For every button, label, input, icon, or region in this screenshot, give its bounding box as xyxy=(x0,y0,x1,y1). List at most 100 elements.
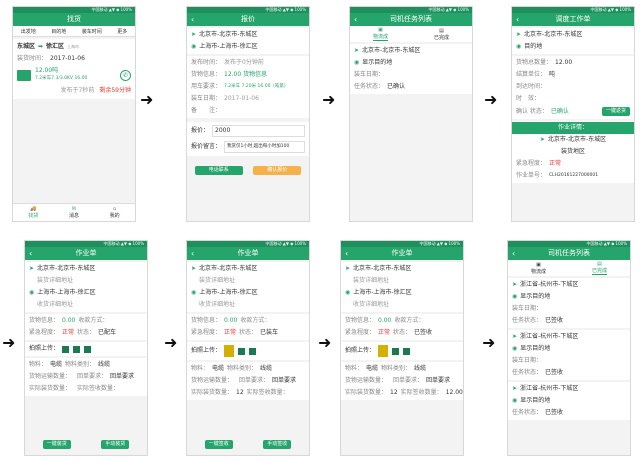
urgency-value: 正常 xyxy=(62,329,75,336)
status-label: 状态： xyxy=(393,329,412,336)
tab-completed[interactable]: ▤ 已完成 xyxy=(434,28,449,41)
material-category-value: 线缆 xyxy=(260,365,273,372)
goods-label: 货物信息： xyxy=(29,317,60,324)
urgency-label: 紧急程度： xyxy=(516,160,547,167)
load-date-label: 装车日期： xyxy=(512,305,543,312)
flow-arrow-icon: ➜ xyxy=(164,333,178,352)
location-pin-icon: ◉ xyxy=(191,43,197,50)
navigation-icon: ➤ xyxy=(29,265,35,272)
image-icon[interactable] xyxy=(62,345,70,353)
navigation-icon: ➤ xyxy=(512,385,518,392)
tab-mine[interactable]: ⌂ 我的 xyxy=(110,206,120,219)
from-address: 北京市-北京市-东城区 xyxy=(524,31,583,38)
arrow-icon: ➡ xyxy=(38,43,44,50)
filter-load-time[interactable]: 装车时间 xyxy=(82,28,102,35)
task-card[interactable]: ➤ 浙江省-杭州市-下城区 ◉ 显示目的地 任务状态： 已签收 xyxy=(508,382,630,420)
tab-label: 找货 xyxy=(28,213,39,219)
back-icon[interactable]: ‹ xyxy=(512,247,515,260)
image-icon[interactable] xyxy=(73,345,81,353)
timeliness-label: 时 效： xyxy=(516,95,541,102)
filter-destination[interactable]: 目的地 xyxy=(51,28,66,35)
total-qty-label: 货物总数量： xyxy=(516,59,553,66)
title-bar: ‹ 报价 xyxy=(187,13,309,26)
back-icon[interactable]: ‹ xyxy=(191,13,194,26)
task-card[interactable]: ➤ 浙江省-杭州市-下城区 ◉ 显示目的地 装车日期： 任务状态： 已签收 xyxy=(508,330,630,380)
tab-messages[interactable]: ✉ 消息 xyxy=(69,206,79,219)
image-icon[interactable] xyxy=(84,345,92,353)
page-title: 作业单 xyxy=(391,249,413,257)
material-category-label: 物料类别： xyxy=(65,361,96,368)
filter-origin[interactable]: 出发地 xyxy=(21,28,36,35)
material-label: 物料： xyxy=(345,365,364,372)
task-card[interactable]: ➤ 北京市-北京市-东城区 ◉ 显示目的地 装车日期： 任务状态： 已确认 xyxy=(350,44,472,94)
order-no-label: 作业单号： xyxy=(516,172,547,179)
goods-value: 0.00 xyxy=(62,317,76,324)
actual-load-label: 实际装货数量： xyxy=(345,389,388,396)
photo-thumbnail[interactable] xyxy=(224,345,235,357)
manual-sign-button[interactable]: 手动签收 xyxy=(263,440,292,449)
one-click-load-button[interactable]: 一键装货 xyxy=(42,440,71,449)
detail-address2: 装货地区 xyxy=(560,148,585,155)
status-value: 已签收 xyxy=(545,409,564,416)
status-label: 任务状态： xyxy=(512,409,543,416)
image-icon[interactable] xyxy=(403,347,411,355)
title-bar: ‹ 作业单 xyxy=(25,247,147,260)
tab-label: 我的 xyxy=(109,213,120,219)
goods-card[interactable]: 东城区 ➡ 徐汇区 上海市 装货时间： 2017-01-06 12.00吨 7.2… xyxy=(13,39,135,99)
receipt-label: 回单要求： xyxy=(393,377,424,384)
tab-in-transit[interactable]: ▣ 物流成 xyxy=(531,262,546,275)
return-goods-button[interactable]: 一键返货 xyxy=(601,107,630,116)
photo-thumbnail[interactable] xyxy=(378,345,389,357)
publish-value: 发布于0分钟前 xyxy=(224,59,264,66)
to-address: 上海市-上海市-徐汇区 xyxy=(37,289,96,296)
back-icon[interactable]: ‹ xyxy=(191,247,194,260)
material-value: 电缆 xyxy=(366,365,379,372)
phone-icon[interactable]: ✆ xyxy=(120,69,131,81)
location-pin-icon: ◉ xyxy=(191,289,197,296)
status-label: 任务状态： xyxy=(354,83,385,90)
material-category-value: 线缆 xyxy=(414,365,427,372)
receipt-value: 回单要求 xyxy=(426,377,451,384)
screen-find-goods: 中国移动 ▲▼ ◆ 100% 找货 出发地 目的地 装车时间 更多 东城区 ➡ … xyxy=(12,6,136,222)
title-bar: ‹ 作业单 xyxy=(341,247,463,260)
back-icon[interactable]: ‹ xyxy=(345,247,348,260)
title-bar: ‹ 作业单 xyxy=(187,247,309,260)
remaining-time: 剩余59分钟 xyxy=(99,87,131,94)
id-card-icon xyxy=(17,69,31,81)
message-input[interactable]: 我赏仅1小时,超出每小时加100 xyxy=(224,141,305,153)
task-tabs: ▣ 物流成 ▤ 已完成 xyxy=(350,26,472,42)
back-icon[interactable]: ‹ xyxy=(29,247,32,260)
back-icon[interactable]: ‹ xyxy=(354,13,357,26)
image-icon[interactable] xyxy=(238,347,246,355)
goods-label: 货物信息： xyxy=(191,71,222,78)
confirm-quote-button[interactable]: 确认报价 xyxy=(253,166,302,175)
tab-find-goods[interactable]: 🚚 找货 xyxy=(28,206,38,219)
tab-completed[interactable]: ▤ 已完成 xyxy=(591,261,607,275)
price-input[interactable]: 2000 xyxy=(212,125,305,137)
task-card[interactable]: ➤ 浙江省-杭州市-下城区 ◉ 显示目的地 装车日期： 任务状态： 已签收 xyxy=(508,278,630,328)
navigation-icon: ➤ xyxy=(539,136,545,143)
title-bar: 找货 xyxy=(13,13,135,26)
goods-value: 12.00 货物信息 xyxy=(224,71,268,78)
status-value: 已配车 xyxy=(98,329,117,336)
manual-load-button[interactable]: 手动装货 xyxy=(101,440,130,449)
goods-label: 货物信息： xyxy=(345,317,376,324)
filter-more[interactable]: 更多 xyxy=(117,28,127,35)
status-value: 已签收 xyxy=(545,369,564,376)
truck-icon: ▣ xyxy=(378,27,383,33)
flow-arrow-icon: ➜ xyxy=(484,90,498,109)
one-click-sign-button[interactable]: 一键签收 xyxy=(204,440,233,449)
confirm-label: 确认 状态： xyxy=(516,107,548,115)
screen-driver-task-list: 中国移动 ▲▼ ◆ 100% ‹ 司机任务列表 ▣ 物流成 ▤ 已完成 ➤ 北京市-北京… xyxy=(349,6,473,222)
route-from: 东城区 xyxy=(17,43,36,50)
tab-in-transit[interactable]: ▣ 物流成 xyxy=(372,27,388,41)
from-address: 北京市-北京市-东城区 xyxy=(199,31,258,38)
image-icon[interactable] xyxy=(249,347,257,355)
vehicle-value: 7.2米车 7.20米 16.00（吨第） xyxy=(224,84,289,89)
image-icon[interactable] xyxy=(392,347,400,355)
screen-dispatch-order: 中国移动 ▲▼ ◆ 100% ‹ 调度工作单 ➤ 北京市-北京市-东城区 ◉ 目的地 … xyxy=(511,6,635,222)
back-icon[interactable]: ‹ xyxy=(516,13,519,26)
call-button[interactable]: 电话联系 xyxy=(194,166,243,175)
page-title: 作业单 xyxy=(237,249,259,257)
arrival-label: 到达时间： xyxy=(516,83,547,90)
